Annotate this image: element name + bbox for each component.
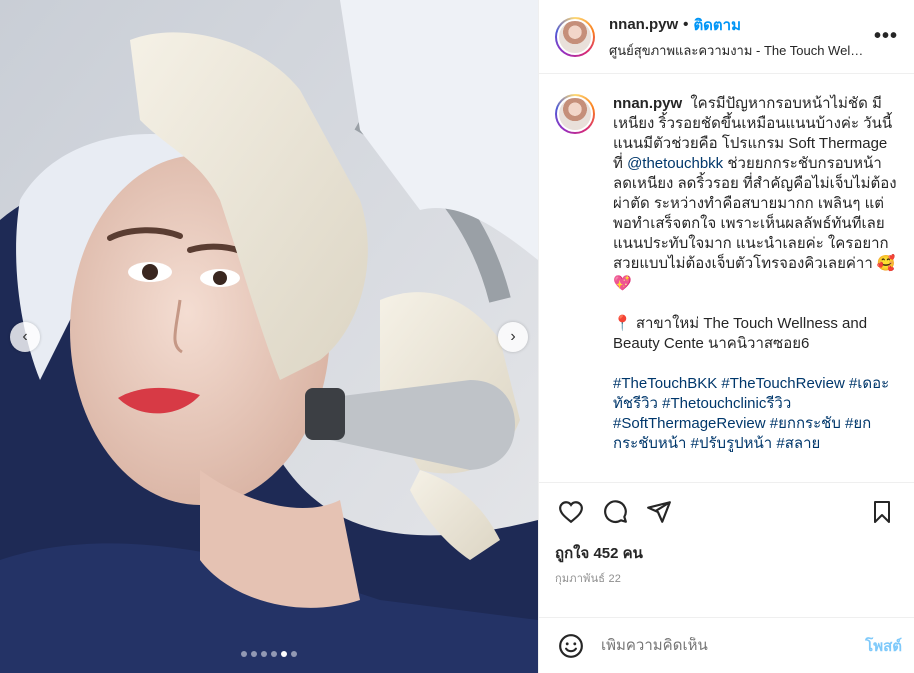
share-icon bbox=[647, 501, 671, 523]
heart-icon bbox=[559, 501, 583, 524]
header-text: nnan.pyw • ติดตาม ศูนย์สุขภาพและความงาม … bbox=[609, 13, 866, 61]
caption: nnan.pyw ใครมีปัญหากรอบหน้าไม่ชัด มีเหนี… bbox=[613, 94, 898, 482]
comment-input[interactable] bbox=[601, 637, 866, 654]
carousel-dot bbox=[291, 651, 297, 657]
post-header: nnan.pyw • ติดตาม ศูนย์สุขภาพและความงาม … bbox=[539, 0, 914, 74]
username-link[interactable]: nnan.pyw bbox=[609, 16, 678, 33]
avatar[interactable] bbox=[555, 16, 595, 57]
caption-avatar[interactable] bbox=[555, 94, 595, 134]
post-viewer: ‹ › nnan.pyw • ติดตาม ศูนย์สุขภาพและความ… bbox=[0, 0, 914, 673]
post-comment-button[interactable]: โพสต์ bbox=[865, 634, 902, 658]
carousel-dot bbox=[251, 651, 257, 657]
comment-icon bbox=[604, 500, 627, 524]
chevron-left-icon: ‹ bbox=[22, 328, 28, 345]
more-options-button[interactable]: ••• bbox=[874, 25, 898, 48]
carousel-prev-button[interactable]: ‹ bbox=[10, 322, 40, 352]
carousel-indicator bbox=[241, 651, 297, 657]
carousel-dot bbox=[261, 651, 267, 657]
caption-area[interactable]: nnan.pyw ใครมีปัญหากรอบหน้าไม่ชัด มีเหนี… bbox=[539, 74, 914, 482]
post-media[interactable]: ‹ › bbox=[0, 0, 538, 673]
comment-button[interactable] bbox=[599, 496, 631, 528]
caption-location-line: 📍 สาขาใหม่ The Touch Wellness and Beauty… bbox=[613, 315, 868, 352]
carousel-next-button[interactable]: › bbox=[498, 322, 528, 352]
post-date[interactable]: กุมภาพันธ์ 22 bbox=[555, 569, 898, 587]
hashtags[interactable]: #TheTouchBKK #TheTouchReview #เดอะทัชรีว… bbox=[613, 374, 898, 454]
emoji-icon bbox=[559, 633, 583, 658]
follow-button[interactable]: ติดตาม bbox=[693, 13, 741, 37]
like-button[interactable] bbox=[555, 496, 587, 528]
separator: • bbox=[683, 16, 689, 33]
emoji-button[interactable] bbox=[555, 630, 587, 662]
share-button[interactable] bbox=[643, 496, 675, 528]
chevron-right-icon: › bbox=[510, 328, 516, 345]
caption-text-2: ช่วยยกกระชับกรอบหน้า ลดเหนียง ลดริ้วรอย … bbox=[613, 155, 897, 292]
bookmark-icon bbox=[874, 501, 890, 523]
carousel-dot bbox=[241, 651, 247, 657]
action-bar: ถูกใจ 452 คน กุมภาพันธ์ 22 bbox=[539, 482, 914, 587]
post-photo bbox=[0, 0, 538, 673]
comment-box: โพสต์ bbox=[539, 617, 914, 673]
location-link[interactable]: ศูนย์สุขภาพและความงาม - The Touch Wellne… bbox=[609, 40, 866, 61]
like-count[interactable]: ถูกใจ 452 คน bbox=[555, 541, 898, 565]
save-button[interactable] bbox=[866, 496, 898, 528]
post-details-panel: nnan.pyw • ติดตาม ศูนย์สุขภาพและความงาม … bbox=[538, 0, 914, 673]
carousel-dot bbox=[271, 651, 277, 657]
mention-link[interactable]: @thetouchbkk bbox=[627, 155, 723, 172]
caption-username[interactable]: nnan.pyw bbox=[613, 95, 682, 112]
carousel-dot bbox=[281, 651, 287, 657]
ellipsis-icon: ••• bbox=[873, 25, 898, 47]
